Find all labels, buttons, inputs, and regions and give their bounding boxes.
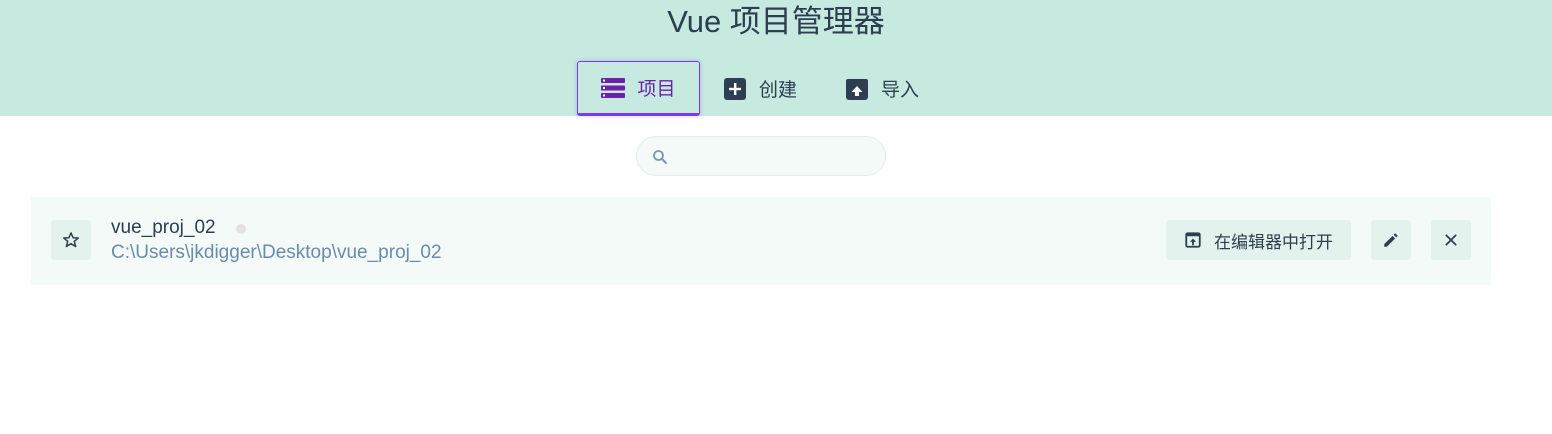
- favorite-button[interactable]: [51, 220, 91, 260]
- top-header: Vue 项目管理器 项目 创建 导入: [0, 0, 1552, 116]
- unarchive-icon: [846, 78, 868, 100]
- tab-label: 创建: [759, 80, 798, 101]
- tab-label: 项目: [637, 79, 676, 100]
- open-in-editor-button[interactable]: 在编辑器中打开: [1166, 220, 1351, 260]
- search-box[interactable]: [636, 136, 886, 176]
- star-icon: [62, 232, 80, 248]
- tab-import[interactable]: 导入: [845, 61, 935, 116]
- pencil-icon: [1384, 233, 1398, 247]
- remove-button[interactable]: [1431, 220, 1471, 260]
- tab-label: 导入: [881, 80, 920, 101]
- list-icon: [601, 77, 626, 98]
- nav-tabs: 项目 创建 导入: [0, 61, 1552, 116]
- tab-create[interactable]: 创建: [723, 61, 813, 116]
- status-dot-icon: [236, 224, 246, 234]
- add-box-icon: [724, 77, 746, 100]
- search-icon: [653, 150, 667, 164]
- close-icon: [1445, 234, 1457, 246]
- tab-projects[interactable]: 项目: [577, 61, 700, 116]
- project-name: vue_proj_02: [111, 217, 216, 238]
- open-in-editor-label: 在编辑器中打开: [1214, 232, 1333, 252]
- search-input[interactable]: [677, 145, 873, 169]
- app-title: Vue 项目管理器: [667, 4, 885, 39]
- open-in-browser-icon: [1185, 232, 1201, 248]
- project-path: C:\Users\jkdigger\Desktop\vue_proj_02: [111, 242, 442, 263]
- project-row[interactable]: vue_proj_02 C:\Users\jkdigger\Desktop\vu…: [31, 197, 1491, 285]
- edit-button[interactable]: [1371, 220, 1411, 260]
